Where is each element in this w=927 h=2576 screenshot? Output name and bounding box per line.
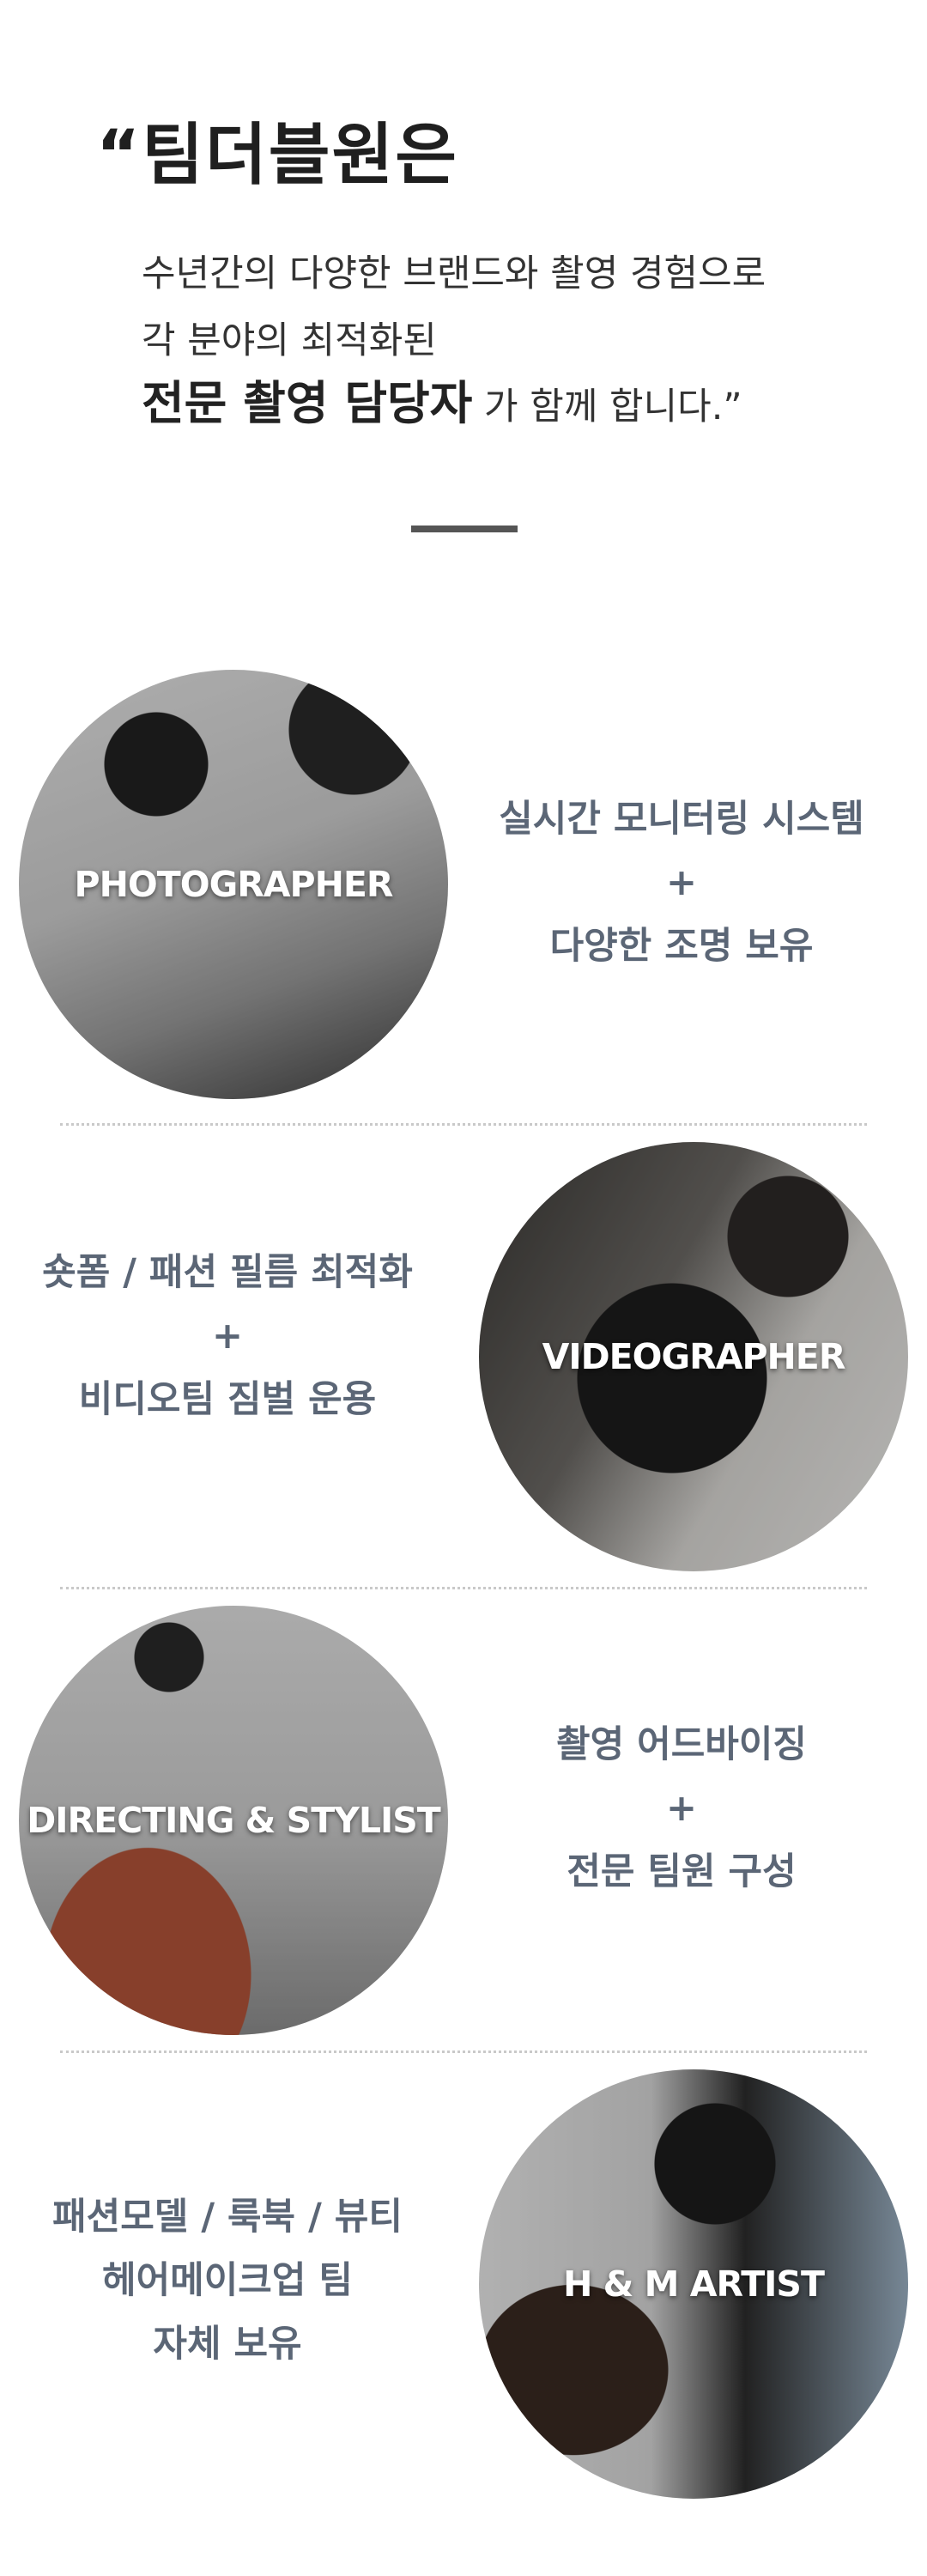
desc-line: 촬영 어드바이징	[556, 1723, 807, 1766]
directing-stylist-desc: 촬영 어드바이징 + 전문 팀원 구성	[458, 1713, 905, 1904]
desc-plus: +	[665, 1787, 698, 1830]
hm-artist-photo: H & M ARTIST	[479, 2069, 908, 2499]
section-directing-stylist: DIRECTING & STYLIST 촬영 어드바이징 + 전문 팀원 구성	[0, 1589, 927, 2052]
desc-line: 헤어메이크업 팀	[102, 2259, 353, 2302]
intro-emphasis: 전문 촬영 담당자	[142, 376, 473, 430]
section-photographer: PHOTOGRAPHER 실시간 모니터링 시스템 + 다양한 조명 보유	[0, 653, 927, 1116]
desc-line: 숏폼 / 패션 필름 최적화	[42, 1251, 413, 1294]
directing-stylist-photo: DIRECTING & STYLIST	[19, 1606, 448, 2035]
headline: “팀더블원은	[96, 117, 459, 194]
intro-section: “팀더블원은 수년간의 다양한 브랜드와 촬영 경험으로 각 분야의 최적화된 …	[0, 0, 927, 618]
photographer-photo: PHOTOGRAPHER	[19, 670, 448, 1099]
role-label-directing-stylist: DIRECTING & STYLIST	[27, 1800, 441, 1841]
intro-line-3: 전문 촬영 담당자 가 함께 합니다.”	[142, 376, 742, 432]
hm-artist-desc: 패션모델 / 룩북 / 뷰티 헤어메이크업 팀 자체 보유	[4, 2185, 451, 2376]
role-label-photographer: PHOTOGRAPHER	[74, 864, 394, 905]
desc-line: 실시간 모니터링 시스템	[499, 798, 864, 841]
section-hm-artist: H & M ARTIST 패션모델 / 룩북 / 뷰티 헤어메이크업 팀 자체 …	[0, 2052, 927, 2516]
intro-line-1: 수년간의 다양한 브랜드와 촬영 경험으로	[142, 252, 766, 295]
desc-plus: +	[211, 1315, 244, 1358]
section-videographer: VIDEOGRAPHER 숏폼 / 패션 필름 최적화 + 비디오팀 짐벌 운용	[0, 1125, 927, 1589]
desc-line: 자체 보유	[153, 2323, 302, 2366]
videographer-desc: 숏폼 / 패션 필름 최적화 + 비디오팀 짐벌 운용	[4, 1241, 451, 1431]
photographer-desc: 실시간 모니터링 시스템 + 다양한 조명 보유	[458, 787, 905, 978]
divider-rule	[411, 526, 518, 532]
desc-plus: +	[665, 861, 698, 904]
videographer-photo: VIDEOGRAPHER	[479, 1142, 908, 1571]
intro-line-3-rest: 가 함께 합니다.”	[472, 386, 742, 428]
desc-line: 비디오팀 짐벌 운용	[78, 1378, 377, 1421]
desc-line: 다양한 조명 보유	[549, 925, 814, 968]
intro-line-2: 각 분야의 최적화된	[142, 319, 437, 362]
desc-line: 패션모델 / 룩북 / 뷰티	[52, 2196, 403, 2239]
role-label-videographer: VIDEOGRAPHER	[542, 1336, 846, 1377]
desc-line: 전문 팀원 구성	[566, 1850, 797, 1893]
role-label-hm-artist: H & M ARTIST	[563, 2263, 825, 2305]
